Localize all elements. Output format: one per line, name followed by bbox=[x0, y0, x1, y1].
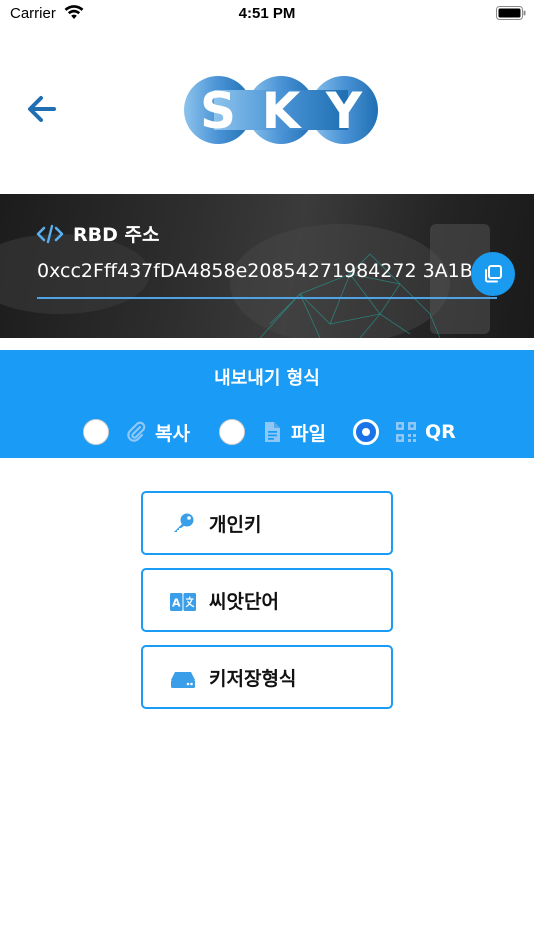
qr-icon bbox=[396, 422, 416, 442]
logo-letter-k: K bbox=[262, 82, 303, 140]
copy-address-button[interactable] bbox=[471, 252, 515, 296]
carrier-label: Carrier bbox=[10, 5, 56, 22]
translate-icon: A bbox=[170, 593, 196, 611]
copy-icon bbox=[485, 265, 502, 283]
hard-drive-icon bbox=[171, 672, 195, 688]
svg-text:A: A bbox=[172, 597, 181, 610]
address-label: RBD 주소 bbox=[36, 220, 159, 247]
key-icon bbox=[174, 513, 194, 532]
private-key-button[interactable]: 개인키 bbox=[141, 491, 393, 555]
private-key-label: 개인키 bbox=[209, 513, 262, 536]
export-format-panel: 내보내기 형식 복사 파일 QR bbox=[0, 350, 534, 458]
wifi-icon bbox=[64, 5, 84, 19]
export-options: 복사 파일 QR bbox=[0, 416, 534, 448]
keystore-format-label: 키저장형식 bbox=[209, 667, 297, 690]
option-file-label: 파일 bbox=[291, 422, 326, 445]
option-copy-label: 복사 bbox=[155, 422, 190, 445]
radio-file[interactable] bbox=[219, 419, 245, 445]
export-format-title: 내보내기 형식 bbox=[214, 368, 320, 389]
address-label-text: RBD 주소 bbox=[73, 224, 160, 246]
option-copy[interactable]: 복사 bbox=[83, 416, 190, 448]
sky-logo: S K Y bbox=[184, 76, 378, 144]
seed-words-label: 씨앗단어 bbox=[209, 590, 279, 613]
back-arrow-icon bbox=[28, 96, 56, 122]
logo-letter-y: Y bbox=[325, 82, 363, 140]
paperclip-icon bbox=[127, 421, 146, 442]
address-banner: RBD 주소 0xcc2Fff437fDA4858e20854271984272… bbox=[0, 194, 534, 338]
logo-letter-s: S bbox=[200, 82, 236, 140]
back-button[interactable] bbox=[22, 90, 60, 128]
address-value-field[interactable]: 0xcc2Fff437fDA4858e20854271984272 3A1B7 bbox=[37, 260, 471, 286]
status-bar: Carrier 4:51 PM bbox=[0, 0, 534, 30]
seed-words-button[interactable]: A 씨앗단어 bbox=[141, 568, 393, 632]
option-file[interactable]: 파일 bbox=[219, 416, 326, 448]
address-underline bbox=[37, 297, 497, 299]
file-icon bbox=[265, 422, 280, 442]
option-qr-label: QR bbox=[425, 421, 456, 443]
option-qr[interactable]: QR bbox=[353, 416, 456, 448]
battery-icon bbox=[496, 6, 526, 20]
code-icon bbox=[36, 224, 64, 243]
keystore-format-button[interactable]: 키저장형식 bbox=[141, 645, 393, 709]
radio-copy[interactable] bbox=[83, 419, 109, 445]
radio-qr[interactable] bbox=[353, 419, 379, 445]
